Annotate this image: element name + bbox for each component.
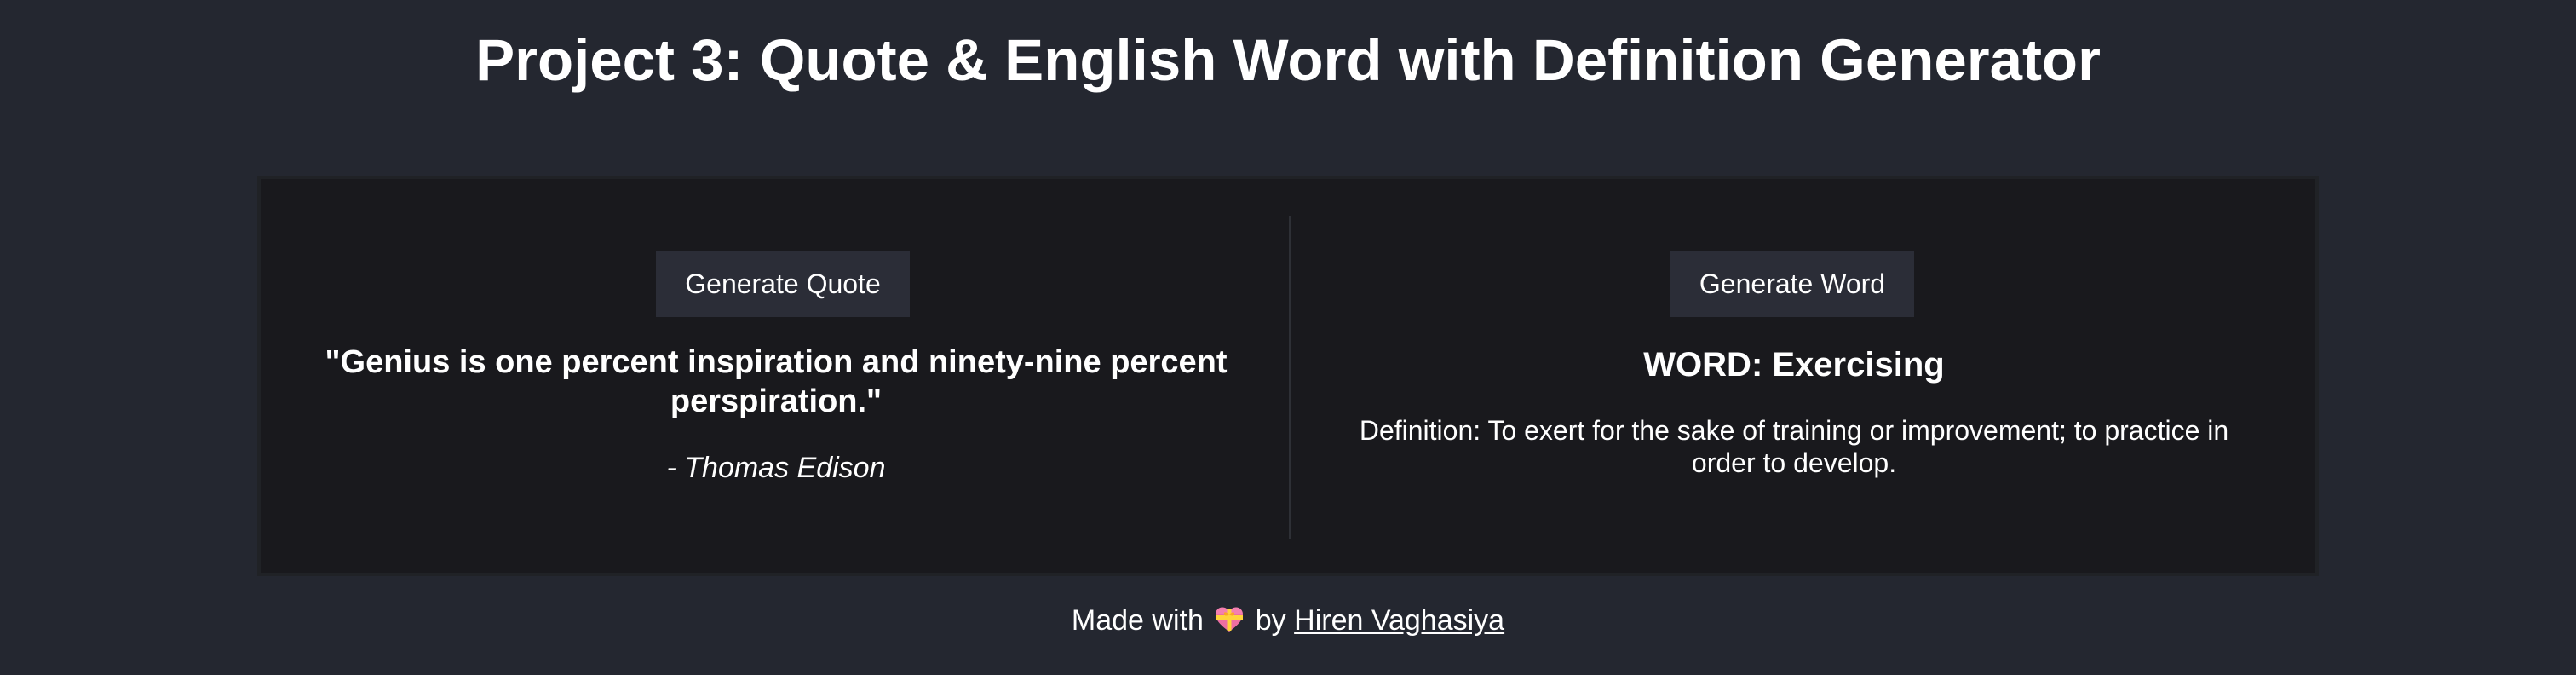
footer-by-text: by [1255,604,1286,637]
generate-word-button[interactable]: Generate Word [1670,251,1914,317]
panel-divider [1289,216,1291,539]
generate-quote-button[interactable]: Generate Quote [656,251,910,317]
author-link[interactable]: Hiren Vaghasiya [1294,604,1504,637]
footer: Made with by Hiren Vaghasiya [0,602,2576,639]
word-heading: WORD: Exercising [1643,346,1945,384]
heart-with-ribbon-icon [1215,606,1244,633]
generator-card: Generate Quote "Genius is one percent in… [257,176,2319,576]
quote-author: - Thomas Edison [666,452,886,484]
page-title: Project 3: Quote & English Word with Def… [475,27,2101,93]
footer-made-with-text: Made with [1071,604,1204,637]
word-definition: Definition: To exert for the sake of tra… [1359,415,2229,478]
quote-text: "Genius is one percent inspiration and n… [325,344,1228,419]
